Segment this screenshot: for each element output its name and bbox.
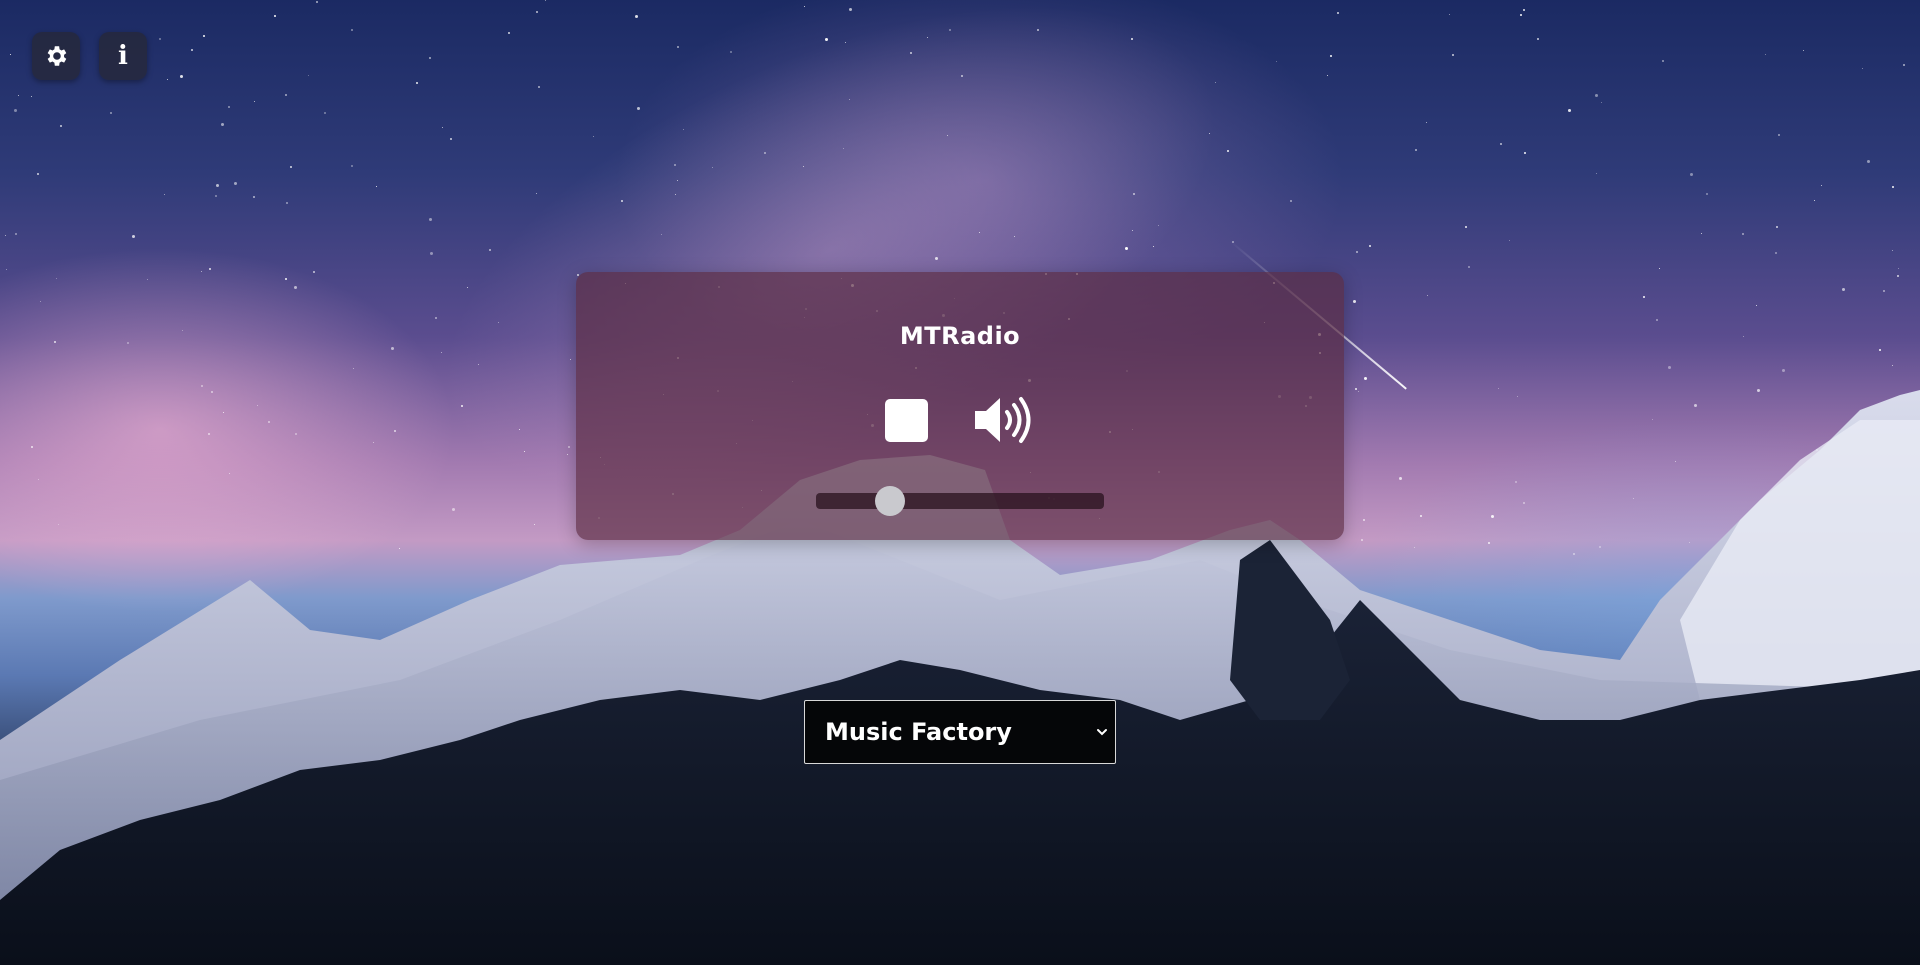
- player-card: MTRadio: [576, 272, 1344, 540]
- chevron-down-icon: [1097, 729, 1107, 736]
- volume-slider[interactable]: [816, 486, 1104, 516]
- volume-slider-handle[interactable]: [875, 486, 905, 516]
- stop-button[interactable]: [885, 399, 928, 442]
- app-title: MTRadio: [899, 322, 1021, 350]
- station-select[interactable]: Music Factory: [804, 700, 1116, 764]
- settings-button[interactable]: [32, 32, 80, 80]
- info-icon: i: [118, 41, 128, 71]
- station-selected-label: Music Factory: [825, 718, 1012, 746]
- volume-icon: [975, 397, 1031, 443]
- info-button[interactable]: i: [99, 32, 147, 80]
- volume-button[interactable]: [973, 394, 1035, 446]
- gear-icon: [47, 46, 67, 66]
